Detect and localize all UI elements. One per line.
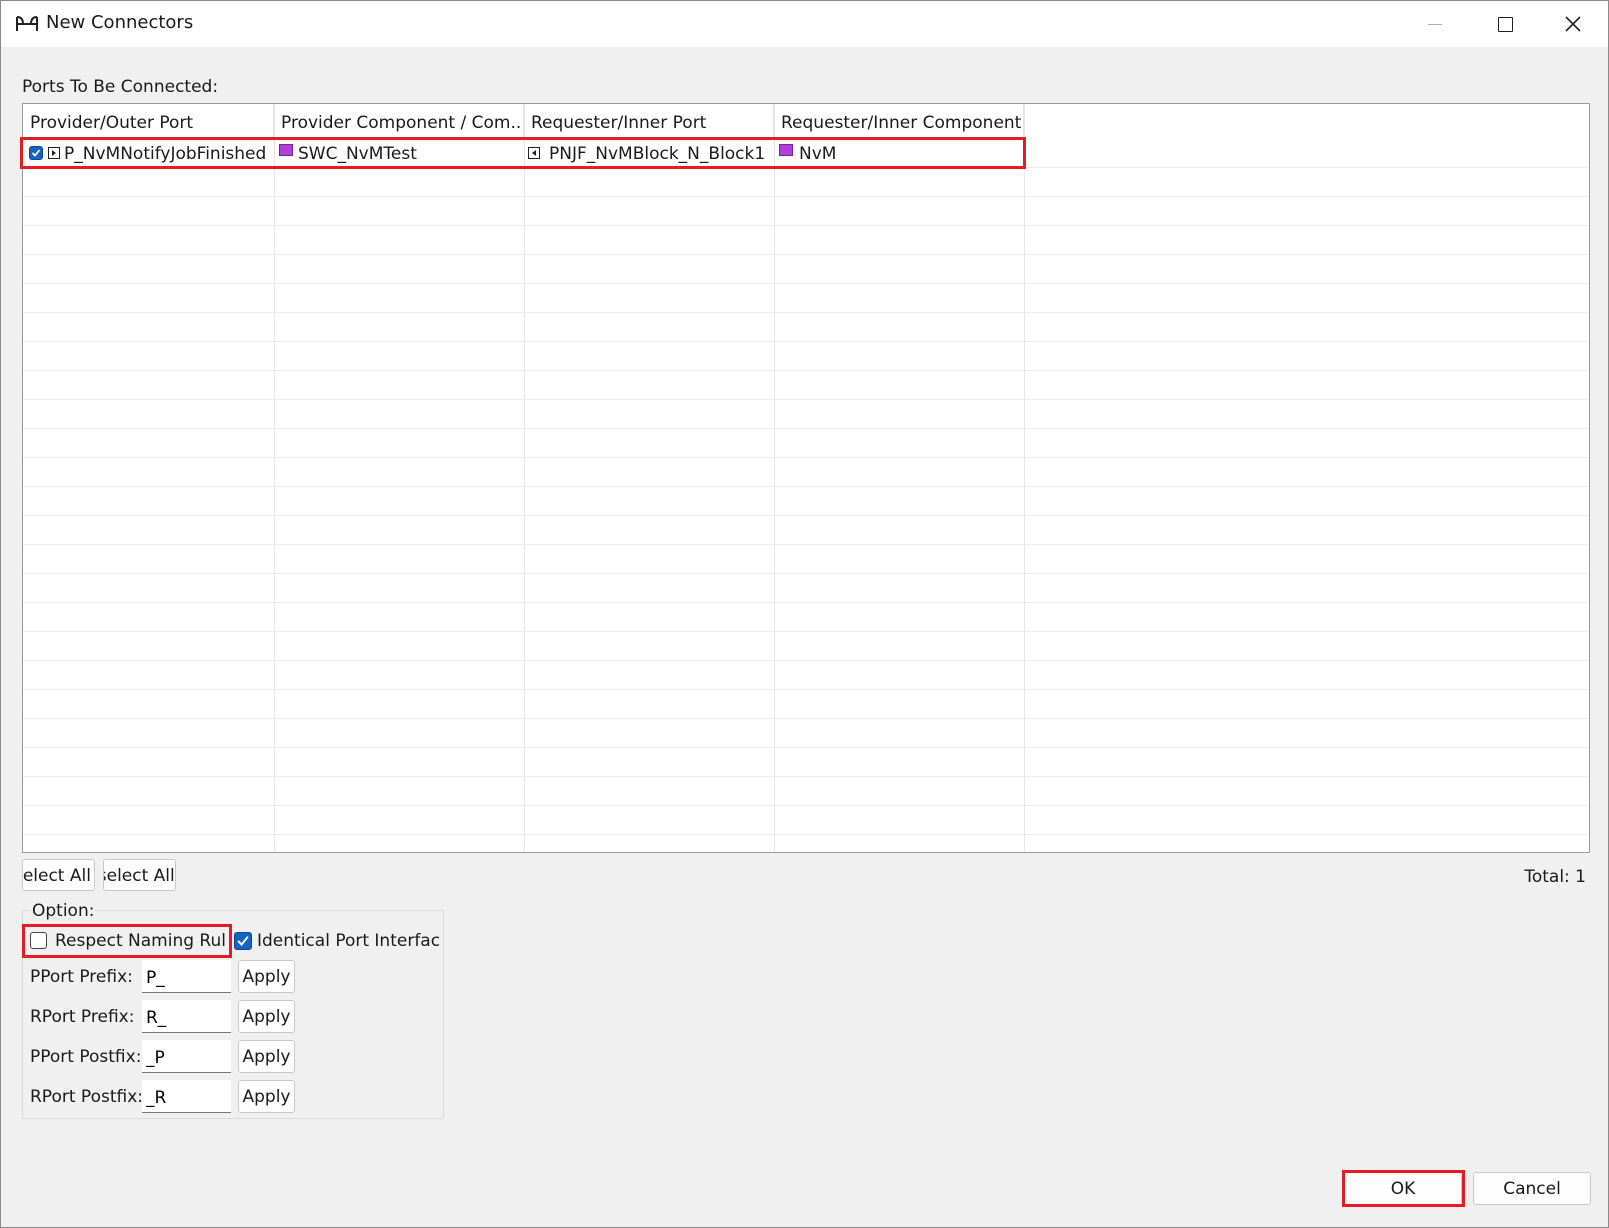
empty-table-row xyxy=(23,690,1589,719)
close-icon xyxy=(1565,16,1581,32)
empty-table-row xyxy=(23,719,1589,748)
empty-table-row xyxy=(23,545,1589,574)
empty-table-row xyxy=(23,777,1589,806)
empty-table-row xyxy=(23,632,1589,661)
identical-port-interface-checkbox[interactable] xyxy=(234,932,252,950)
empty-table-row xyxy=(23,574,1589,603)
empty-table-row xyxy=(23,661,1589,690)
column-header-requester-component[interactable]: Requester/Inner Component xyxy=(774,104,1024,139)
ok-highlight xyxy=(1342,1170,1465,1207)
ports-to-be-connected-label: Ports To Be Connected: xyxy=(22,77,219,97)
rport-postfix-apply-button[interactable]: Apply xyxy=(238,1080,295,1113)
empty-table-row xyxy=(23,458,1589,487)
connector-icon xyxy=(16,16,38,31)
empty-table-row xyxy=(23,400,1589,429)
empty-table-row xyxy=(23,487,1589,516)
rport-postfix-label: RPort Postfix: xyxy=(30,1087,143,1107)
pport-postfix-apply-button[interactable]: Apply xyxy=(238,1040,295,1073)
empty-table-row xyxy=(23,371,1589,400)
empty-table-row xyxy=(23,313,1589,342)
empty-table-row xyxy=(23,255,1589,284)
ports-table[interactable]: Provider/Outer Port Provider Component /… xyxy=(22,103,1590,853)
table-header: Provider/Outer Port Provider Component /… xyxy=(23,104,1589,139)
empty-table-row xyxy=(23,748,1589,777)
empty-table-row xyxy=(23,603,1589,632)
pport-postfix-input[interactable] xyxy=(142,1040,231,1073)
empty-table-row xyxy=(23,516,1589,545)
empty-table-row xyxy=(23,197,1589,226)
checkmark-icon xyxy=(237,936,249,946)
maximize-button[interactable] xyxy=(1470,1,1540,47)
rport-prefix-apply-button[interactable]: Apply xyxy=(238,1000,295,1033)
row-highlight xyxy=(20,137,1026,169)
column-header-provider-port[interactable]: Provider/Outer Port xyxy=(23,104,274,139)
cancel-button[interactable]: Cancel xyxy=(1473,1172,1591,1205)
pport-prefix-label: PPort Prefix: xyxy=(30,967,133,987)
empty-table-row xyxy=(23,835,1589,852)
minimize-icon xyxy=(1428,23,1442,25)
total-count: Total: 1 xyxy=(1524,867,1586,887)
pport-prefix-input[interactable] xyxy=(142,960,231,993)
empty-table-row xyxy=(23,342,1589,371)
pport-prefix-apply-button[interactable]: Apply xyxy=(238,960,295,993)
rport-postfix-input[interactable] xyxy=(142,1080,231,1113)
title-bar: New Connectors xyxy=(1,1,1608,47)
pport-postfix-label: PPort Postfix: xyxy=(30,1047,142,1067)
maximize-icon xyxy=(1497,16,1513,32)
new-connectors-dialog: New Connectors Ports To Be Connected: Pr… xyxy=(0,0,1609,1228)
column-header-provider-component[interactable]: Provider Component / Com... xyxy=(274,104,524,139)
option-label: Option: xyxy=(31,901,96,921)
identical-port-interface-label[interactable]: Identical Port Interface xyxy=(257,931,439,951)
empty-table-row xyxy=(23,429,1589,458)
column-header-requester-port[interactable]: Requester/Inner Port xyxy=(524,104,774,139)
select-all-button[interactable]: Select All xyxy=(22,859,95,891)
rport-prefix-label: RPort Prefix: xyxy=(30,1007,135,1027)
naming-rule-highlight xyxy=(22,924,232,958)
window-title: New Connectors xyxy=(46,12,194,33)
empty-table-row xyxy=(23,284,1589,313)
empty-table-row xyxy=(23,806,1589,835)
close-button[interactable] xyxy=(1538,1,1608,47)
empty-table-row xyxy=(23,226,1589,255)
empty-table-row xyxy=(23,168,1589,197)
rport-prefix-input[interactable] xyxy=(142,1000,231,1033)
deselect-all-button[interactable]: Deselect All xyxy=(103,859,176,891)
minimize-button[interactable] xyxy=(1400,1,1470,47)
